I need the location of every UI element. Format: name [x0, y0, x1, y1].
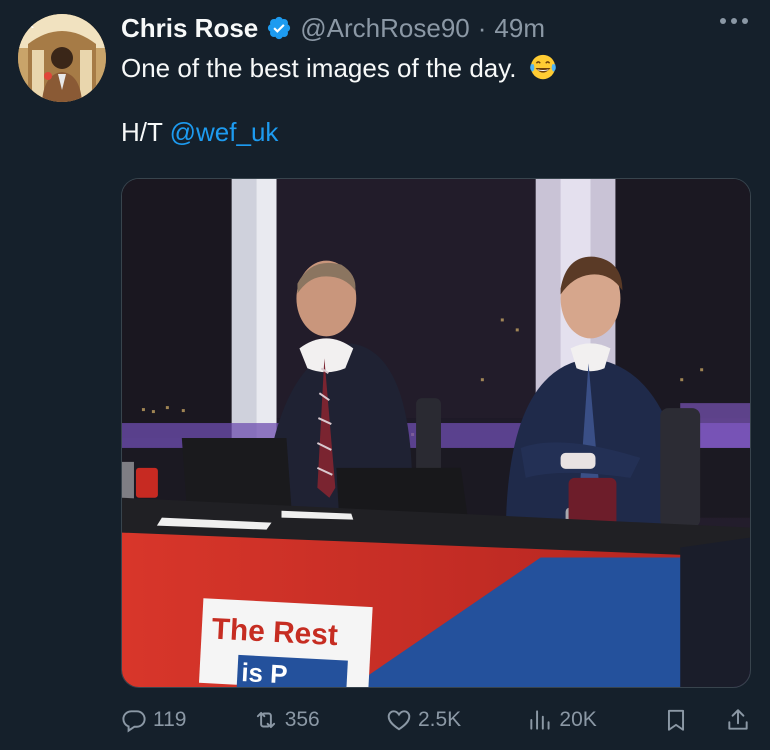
repost-icon: [256, 711, 275, 729]
timestamp[interactable]: 49m: [494, 13, 545, 44]
bookmark-icon[interactable]: [663, 707, 689, 733]
reply-button[interactable]: 119: [121, 707, 186, 733]
analytics-icon: [530, 710, 550, 730]
tweet-media-image[interactable]: The Rest is P: [121, 178, 751, 688]
repost-button[interactable]: 356: [253, 707, 320, 733]
tweet-actions: 119 356 2.5K 20K: [121, 700, 751, 740]
tweet-text: One of the best images of the day. H/T @…: [121, 52, 558, 148]
handle[interactable]: @ArchRose90: [300, 13, 469, 44]
tweet-line-1: One of the best images of the day.: [121, 52, 558, 84]
avatar[interactable]: K: [18, 14, 106, 102]
repost-count: 356: [284, 708, 320, 731]
mention-link[interactable]: @wef_uk: [170, 117, 279, 147]
tweet-header: Chris Rose @ArchRose90 · 49m: [121, 10, 545, 46]
studio-photo: The Rest is P: [122, 179, 750, 687]
avatar-image: K: [18, 14, 106, 102]
ht-prefix: H/T: [121, 117, 170, 147]
desk-banner: The Rest is P: [198, 598, 373, 687]
more-dot: [731, 18, 737, 24]
separator-dot: ·: [477, 12, 487, 43]
banner-text: The Rest: [211, 613, 339, 653]
like-count: 2.5K: [417, 708, 462, 731]
more-dot: [742, 18, 748, 24]
like-button[interactable]: 2.5K: [386, 707, 461, 733]
right-actions: [663, 707, 751, 733]
more-options-icon[interactable]: [720, 18, 748, 24]
reply-icon: [122, 710, 146, 733]
tweet-line-2: H/T @wef_uk: [121, 116, 558, 148]
face-with-tears-of-joy-icon: [529, 54, 556, 80]
share-icon[interactable]: [725, 707, 751, 733]
svg-text:K: K: [26, 19, 34, 31]
display-name[interactable]: Chris Rose: [121, 13, 258, 44]
tweet-sentence: One of the best images of the day.: [121, 53, 517, 83]
views-count: 20K: [559, 708, 597, 731]
more-dot: [720, 18, 726, 24]
tweet[interactable]: K Chris Rose @ArchRose90 · 49m One of th…: [0, 0, 770, 750]
banner-text-2: is P: [241, 659, 288, 687]
reply-count: 119: [153, 708, 187, 731]
verified-badge-icon[interactable]: [266, 15, 292, 41]
heart-icon: [387, 710, 411, 731]
views-button[interactable]: 20K: [527, 707, 597, 733]
